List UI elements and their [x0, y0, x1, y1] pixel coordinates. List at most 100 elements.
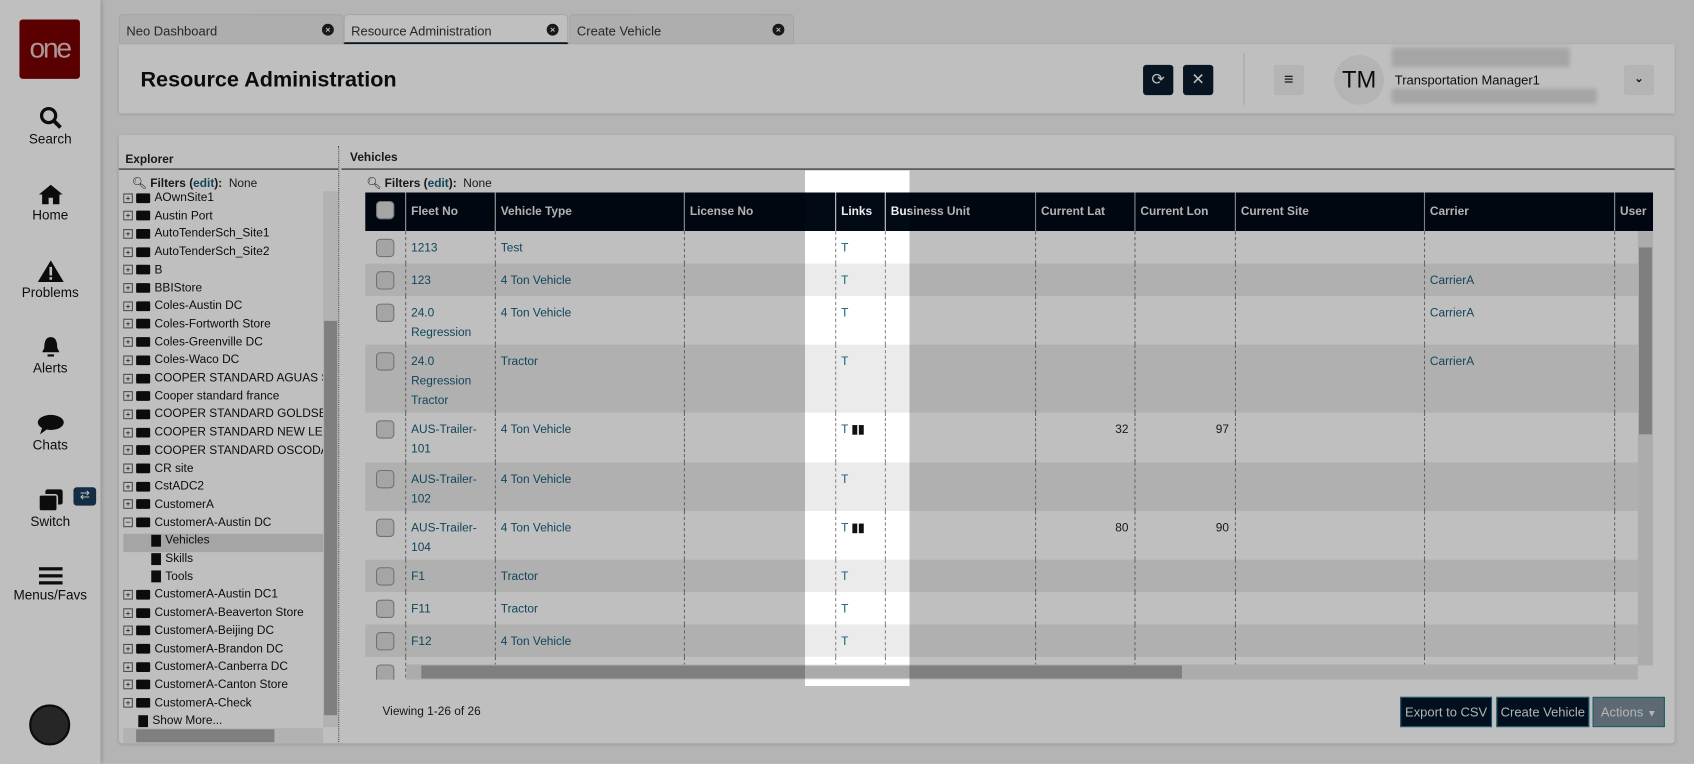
vehicle-type-link[interactable]: Tractor — [501, 355, 538, 368]
column-header[interactable]: License No — [683, 192, 836, 232]
tree-item[interactable]: Tools — [123, 570, 323, 588]
tree-item[interactable]: +COOPER STANDARD NEW LEXINGTON — [123, 426, 323, 444]
app-logo[interactable]: one — [19, 19, 80, 79]
expand-icon[interactable]: + — [123, 355, 133, 366]
carrier-link[interactable]: CarrierA — [1430, 355, 1474, 368]
vehicle-type-link[interactable]: 4 Ton Vehicle — [501, 307, 571, 320]
tab-resource-administration[interactable]: Resource Administration × — [343, 14, 569, 45]
column-header[interactable]: Current Site — [1234, 192, 1424, 232]
table-row[interactable]: AUS-Trailer-101 4 Ton Vehicle T ▮▮ 32 97 — [365, 412, 1654, 463]
row-checkbox[interactable] — [375, 352, 395, 371]
table-row[interactable]: AUS-Trailer-102 4 Ton Vehicle T — [365, 462, 1654, 512]
nav-search[interactable]: Search — [0, 106, 100, 147]
tracking-link[interactable]: T — [841, 570, 848, 583]
expand-icon[interactable]: + — [123, 192, 133, 203]
tree-item[interactable]: Vehicles — [123, 534, 324, 553]
export-csv-button[interactable]: Export to CSV — [1400, 696, 1493, 728]
vehicle-type-link[interactable]: 4 Ton Vehicle — [501, 522, 571, 535]
tree-item[interactable]: + CustomerA-Check — [123, 696, 323, 714]
row-checkbox[interactable] — [375, 238, 395, 258]
fleet-no-link[interactable]: F11 — [411, 603, 431, 616]
expand-icon[interactable]: + — [123, 283, 133, 293]
tab-create-vehicle[interactable]: Create Vehicle × — [569, 14, 795, 45]
tree-item[interactable]: +COOPER STANDARD AGUAS SEAL — [123, 372, 323, 390]
nav-alerts[interactable]: Alerts — [0, 335, 100, 376]
expand-icon[interactable]: + — [123, 409, 133, 420]
tree-item[interactable]: + Coles-Waco DC — [123, 354, 323, 372]
tree-item[interactable]: + COOPER STANDARD OSCODA — [123, 444, 323, 462]
row-checkbox[interactable] — [375, 420, 395, 439]
row-checkbox[interactable] — [375, 567, 395, 586]
fleet-no-link[interactable]: F12 — [411, 635, 431, 648]
tree-item[interactable]: + CustomerA-Beijing DC — [123, 624, 323, 642]
panel-splitter[interactable] — [338, 145, 340, 743]
expand-icon[interactable]: + — [123, 265, 133, 275]
expand-icon[interactable]: + — [123, 229, 133, 239]
tree-item[interactable]: + B — [123, 263, 323, 281]
expand-icon[interactable]: + — [123, 427, 133, 438]
create-vehicle-button[interactable]: Create Vehicle — [1496, 696, 1590, 728]
expand-icon[interactable]: + — [123, 247, 133, 257]
fleet-no-link[interactable]: 24.0 Regression — [411, 307, 471, 339]
close-button[interactable]: ✕ — [1183, 64, 1214, 96]
tree-horizontal-scrollbar[interactable] — [123, 728, 324, 744]
table-row[interactable]: F1 Tractor T — [365, 559, 1654, 593]
expand-icon[interactable]: + — [123, 463, 133, 474]
tracking-link[interactable]: T — [841, 635, 848, 648]
vehicles-filters-edit-link[interactable]: edit — [428, 177, 449, 190]
tree-item[interactable]: + Coles-Fortworth Store — [123, 318, 323, 336]
table-row[interactable]: 1213 Test T — [365, 231, 1654, 264]
table-row[interactable]: 123 4 Ton Vehicle T CarrierA — [365, 263, 1654, 297]
column-header[interactable]: Carrier — [1423, 192, 1615, 232]
fleet-no-link[interactable]: AUS-Trailer-101 — [411, 424, 477, 456]
tracking-link[interactable]: T — [841, 307, 848, 320]
tree-item[interactable]: + BBIStore — [123, 281, 323, 299]
tracking-link[interactable]: T — [841, 242, 848, 255]
expand-icon[interactable]: + — [123, 644, 133, 654]
tree-item[interactable]: Skills — [123, 552, 323, 570]
fleet-no-link[interactable]: 24.0 Regression Tractor — [411, 355, 471, 407]
tracking-link[interactable]: T — [841, 274, 848, 287]
expand-icon[interactable]: + — [123, 481, 133, 492]
close-tab-icon[interactable]: × — [772, 23, 785, 36]
nav-problems[interactable]: Problems — [0, 259, 100, 300]
carrier-link[interactable]: CarrierA — [1430, 274, 1474, 287]
expand-icon[interactable]: + — [123, 499, 133, 510]
expand-icon[interactable]: + — [123, 319, 133, 329]
expand-icon[interactable]: + — [123, 373, 133, 384]
column-header[interactable]: Fleet No — [404, 192, 495, 232]
table-row[interactable]: 24.0 Regression 4 Ton Vehicle T CarrierA — [365, 296, 1654, 345]
vehicle-type-link[interactable]: 4 Ton Vehicle — [501, 473, 571, 486]
tracking-link[interactable]: T — [841, 603, 848, 616]
map-icon[interactable]: ▮▮ — [851, 424, 864, 437]
nav-menus-favs[interactable]: Menus/Favs — [0, 566, 100, 603]
tree-scroll-thumb[interactable] — [324, 320, 338, 716]
tree-item[interactable]: + CstADC2 — [123, 480, 323, 498]
collapse-icon[interactable]: − — [123, 517, 133, 528]
row-checkbox[interactable] — [375, 664, 395, 680]
expand-icon[interactable]: + — [123, 589, 133, 600]
tree-item[interactable]: + CustomerA — [123, 498, 323, 516]
expand-icon[interactable]: + — [123, 698, 133, 708]
tree-item[interactable]: + Austin Port — [123, 209, 323, 227]
expand-icon[interactable]: + — [123, 662, 133, 672]
row-checkbox[interactable] — [375, 632, 395, 651]
expand-icon[interactable]: + — [123, 337, 133, 348]
close-tab-icon[interactable]: × — [321, 23, 334, 36]
select-all-checkbox[interactable] — [375, 200, 395, 220]
tracking-link[interactable]: T — [841, 473, 848, 486]
expand-icon[interactable]: + — [123, 445, 133, 456]
vehicle-type-link[interactable]: 4 Ton Vehicle — [501, 424, 571, 437]
tree-item[interactable]: + AutoTenderSch_Site2 — [123, 245, 323, 263]
expand-icon[interactable]: + — [123, 680, 133, 690]
switch-badge-icon[interactable]: ⇄ — [73, 487, 97, 506]
assistant-avatar[interactable] — [29, 704, 71, 746]
tree-item[interactable]: + Coles-Austin DC — [123, 299, 323, 317]
carrier-link[interactable]: CarrierA — [1430, 307, 1474, 320]
vehicle-type-link[interactable]: Test — [501, 242, 523, 255]
tree-item[interactable]: + AutoTenderSch_Site1 — [123, 227, 323, 245]
tab-neo-dashboard[interactable]: Neo Dashboard × — [118, 14, 344, 45]
tree-item[interactable]: + CustomerA-Austin DC1 — [123, 588, 323, 606]
map-icon[interactable]: ▮▮ — [851, 522, 864, 535]
user-avatar[interactable]: TM — [1334, 55, 1384, 105]
